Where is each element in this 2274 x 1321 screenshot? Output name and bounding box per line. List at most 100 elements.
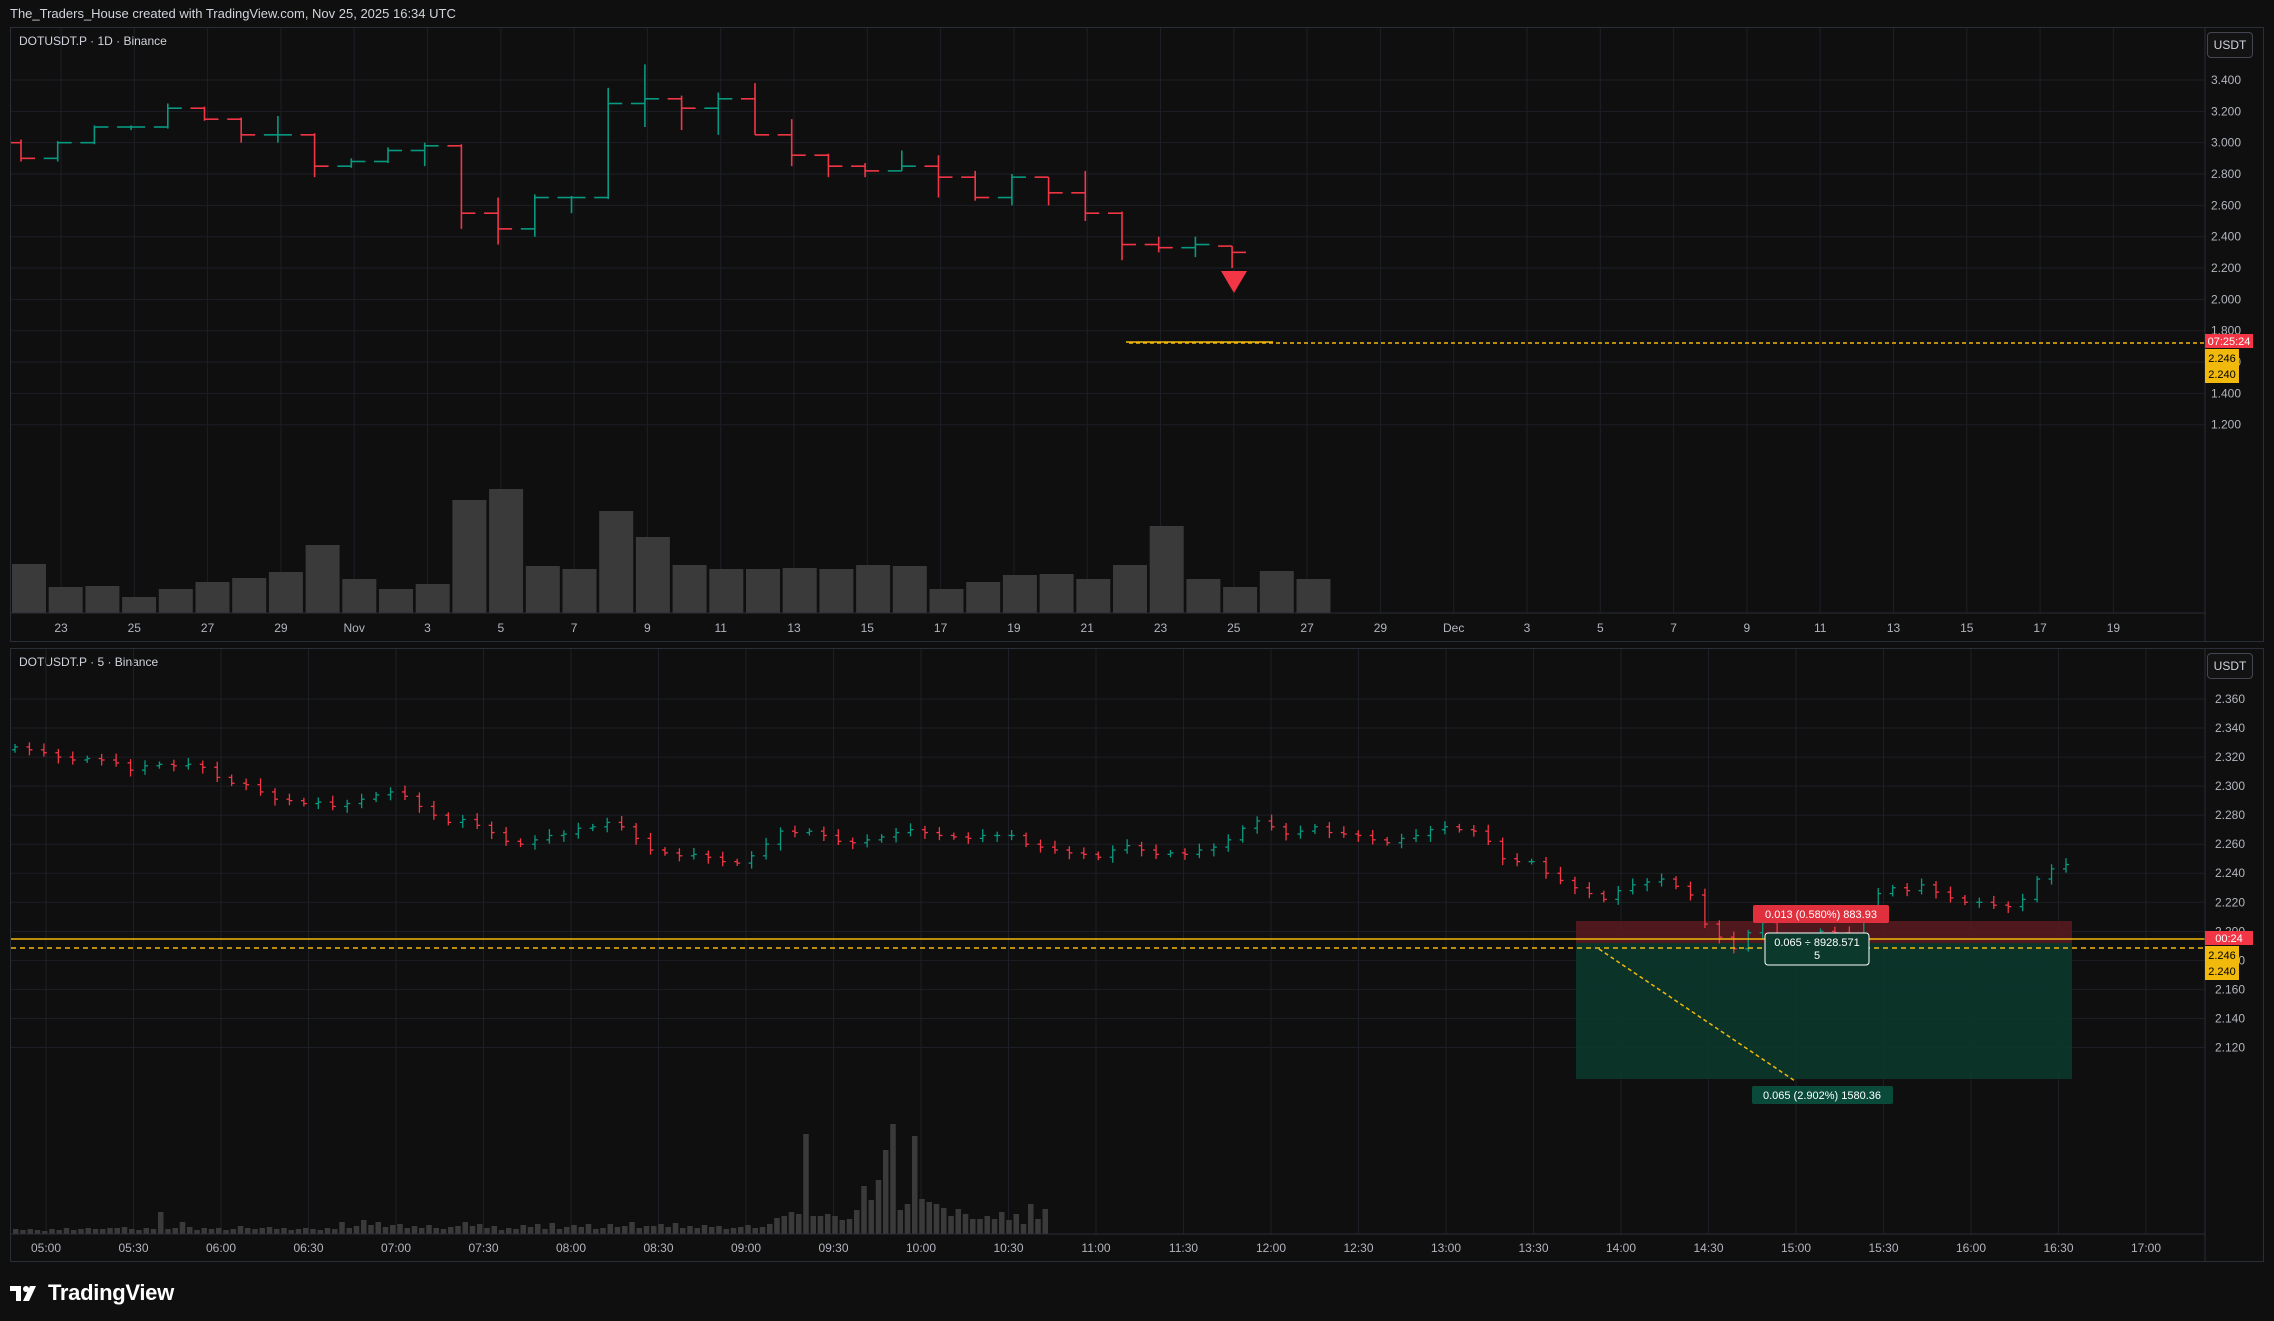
volume-bar bbox=[179, 1222, 186, 1234]
volume-bar bbox=[195, 582, 230, 613]
volume-bar bbox=[259, 1228, 265, 1234]
date-tick-label: 5 bbox=[497, 621, 504, 635]
volume-bar bbox=[897, 1210, 903, 1234]
time-tick-label: 06:30 bbox=[293, 1241, 323, 1255]
volume-bar bbox=[819, 569, 854, 613]
volume-bar bbox=[817, 1216, 824, 1234]
volume-bar bbox=[506, 1228, 512, 1234]
ohlc-bar bbox=[1124, 839, 1131, 854]
volume-bar bbox=[614, 1227, 621, 1234]
volume-bar bbox=[448, 1227, 454, 1234]
ohlc-bar bbox=[1398, 833, 1405, 849]
ohlc-bar bbox=[1239, 825, 1246, 843]
ohlc-bar bbox=[994, 831, 1001, 842]
ohlc-bar bbox=[263, 116, 292, 143]
volume-bar bbox=[305, 545, 340, 613]
ohlc-bar bbox=[199, 760, 206, 774]
volume-bar bbox=[962, 1214, 969, 1234]
ohlc-bar bbox=[2063, 858, 2069, 873]
ohlc-bar bbox=[979, 829, 986, 843]
time-tick-label: 11:30 bbox=[1169, 1241, 1198, 1255]
ohlc-bar bbox=[1571, 876, 1578, 895]
ohlc-bar bbox=[1051, 840, 1058, 854]
ohlc-bar bbox=[531, 835, 538, 850]
last-price-label: 2.246 bbox=[2208, 353, 2236, 365]
price-tick-label: 2.280 bbox=[2215, 808, 2245, 822]
volume-bar bbox=[143, 1228, 149, 1234]
volume-bar bbox=[194, 1230, 200, 1234]
daily-chart-canvas[interactable]: 3.400 3.200 3.000 2.800 2.600 2.400 2.200 2.000… bbox=[11, 28, 2263, 641]
stop-label: 0.013 (0.580%) 883.93 bbox=[1765, 909, 1877, 921]
five-minute-chart-canvas[interactable]: 0.013 (0.580%) 883.93 0.065 ÷ 8928.571 5… bbox=[11, 649, 2263, 1261]
volume-bar bbox=[658, 1224, 664, 1234]
date-tick-label: 27 bbox=[201, 621, 215, 635]
ohlc-bar bbox=[921, 825, 928, 839]
time-tick-label: 12:00 bbox=[1256, 1241, 1286, 1255]
volume-bar bbox=[585, 1224, 592, 1234]
volume-bar bbox=[419, 1228, 425, 1234]
ohlc-bar bbox=[1080, 847, 1087, 860]
volume-bar bbox=[440, 1229, 447, 1234]
ohlc-bar bbox=[286, 793, 293, 806]
date-tick-label: 9 bbox=[1744, 621, 1751, 635]
volume-bar bbox=[738, 1227, 744, 1234]
volume-bar bbox=[709, 1227, 715, 1234]
volume-bar bbox=[332, 1229, 338, 1234]
price-tick-label: 2.140 bbox=[2215, 1011, 2245, 1025]
ohlc-bar bbox=[387, 787, 394, 801]
date-tick-label: 17 bbox=[934, 621, 948, 635]
volume-bar bbox=[680, 1228, 686, 1234]
countdown-label: 07:25:24 bbox=[2208, 336, 2251, 348]
volume-bar bbox=[520, 1225, 526, 1234]
ohlc-bar bbox=[1889, 884, 1896, 897]
volume-bar bbox=[13, 1229, 19, 1234]
volume-bar bbox=[274, 1229, 280, 1234]
volume-bar bbox=[390, 1225, 396, 1234]
volume-bar bbox=[34, 1230, 41, 1234]
volume-bar bbox=[375, 1222, 381, 1234]
volume-bar bbox=[433, 1228, 439, 1234]
volume-bar bbox=[268, 572, 303, 613]
volume-bar bbox=[796, 1214, 802, 1234]
daily-chart-pane[interactable]: DOTUSDT.P · 1D · Binance USDT 3.400 3.200… bbox=[10, 27, 2264, 642]
ohlc-bar bbox=[777, 827, 784, 851]
ohlc-bar bbox=[43, 141, 72, 162]
position-center-label-qty: 5 bbox=[1814, 950, 1820, 962]
ohlc-bar bbox=[604, 817, 611, 833]
tradingview-logo[interactable]: TradingView bbox=[10, 1273, 174, 1313]
volume-bar bbox=[970, 1219, 976, 1234]
date-tick-label: Nov bbox=[344, 621, 365, 635]
volume-bar bbox=[85, 586, 120, 613]
volume-bar bbox=[643, 1226, 650, 1234]
price-tick-label: 2.360 bbox=[2215, 692, 2245, 706]
volume-bar bbox=[78, 1229, 84, 1234]
volume-bar bbox=[27, 1229, 33, 1234]
five-minute-chart-pane[interactable]: DOTUSDT.P · 5 · Binance USDT 0.013 (0.58… bbox=[10, 648, 2264, 1262]
volume-bar bbox=[709, 569, 744, 613]
brand-name: TradingView bbox=[48, 1280, 174, 1305]
volume-bar bbox=[201, 1228, 207, 1234]
date-tick-label: 17 bbox=[2033, 621, 2047, 635]
ohlc-bar bbox=[630, 64, 659, 128]
time-tick-label: 16:00 bbox=[1956, 1241, 1986, 1255]
ohlc-bar bbox=[961, 170, 990, 201]
time-tick-label: 11:00 bbox=[1081, 1241, 1110, 1255]
date-tick-label: 3 bbox=[1524, 621, 1531, 635]
volume-bar bbox=[861, 1186, 867, 1234]
volume-bar bbox=[701, 1225, 708, 1234]
volume-bar bbox=[56, 1230, 62, 1234]
date-tick-label: 29 bbox=[1374, 621, 1388, 635]
volume-bar bbox=[379, 589, 413, 613]
ohlc-bar bbox=[1369, 829, 1376, 845]
ohlc-bar bbox=[373, 791, 380, 803]
volume-bar bbox=[890, 1124, 896, 1234]
position-center-label: 0.065 ÷ 8928.571 bbox=[1774, 937, 1860, 949]
ohlc-bar bbox=[1283, 823, 1290, 841]
ohlc-bar bbox=[1297, 825, 1304, 839]
time-tick-label: 07:30 bbox=[468, 1241, 498, 1255]
price-tick-label: 3.200 bbox=[2211, 104, 2241, 118]
volume-bar bbox=[63, 1228, 70, 1234]
ohlc-bar bbox=[1629, 878, 1636, 895]
time-tick-label: 06:00 bbox=[206, 1241, 236, 1255]
ohlc-bar bbox=[1218, 245, 1247, 269]
